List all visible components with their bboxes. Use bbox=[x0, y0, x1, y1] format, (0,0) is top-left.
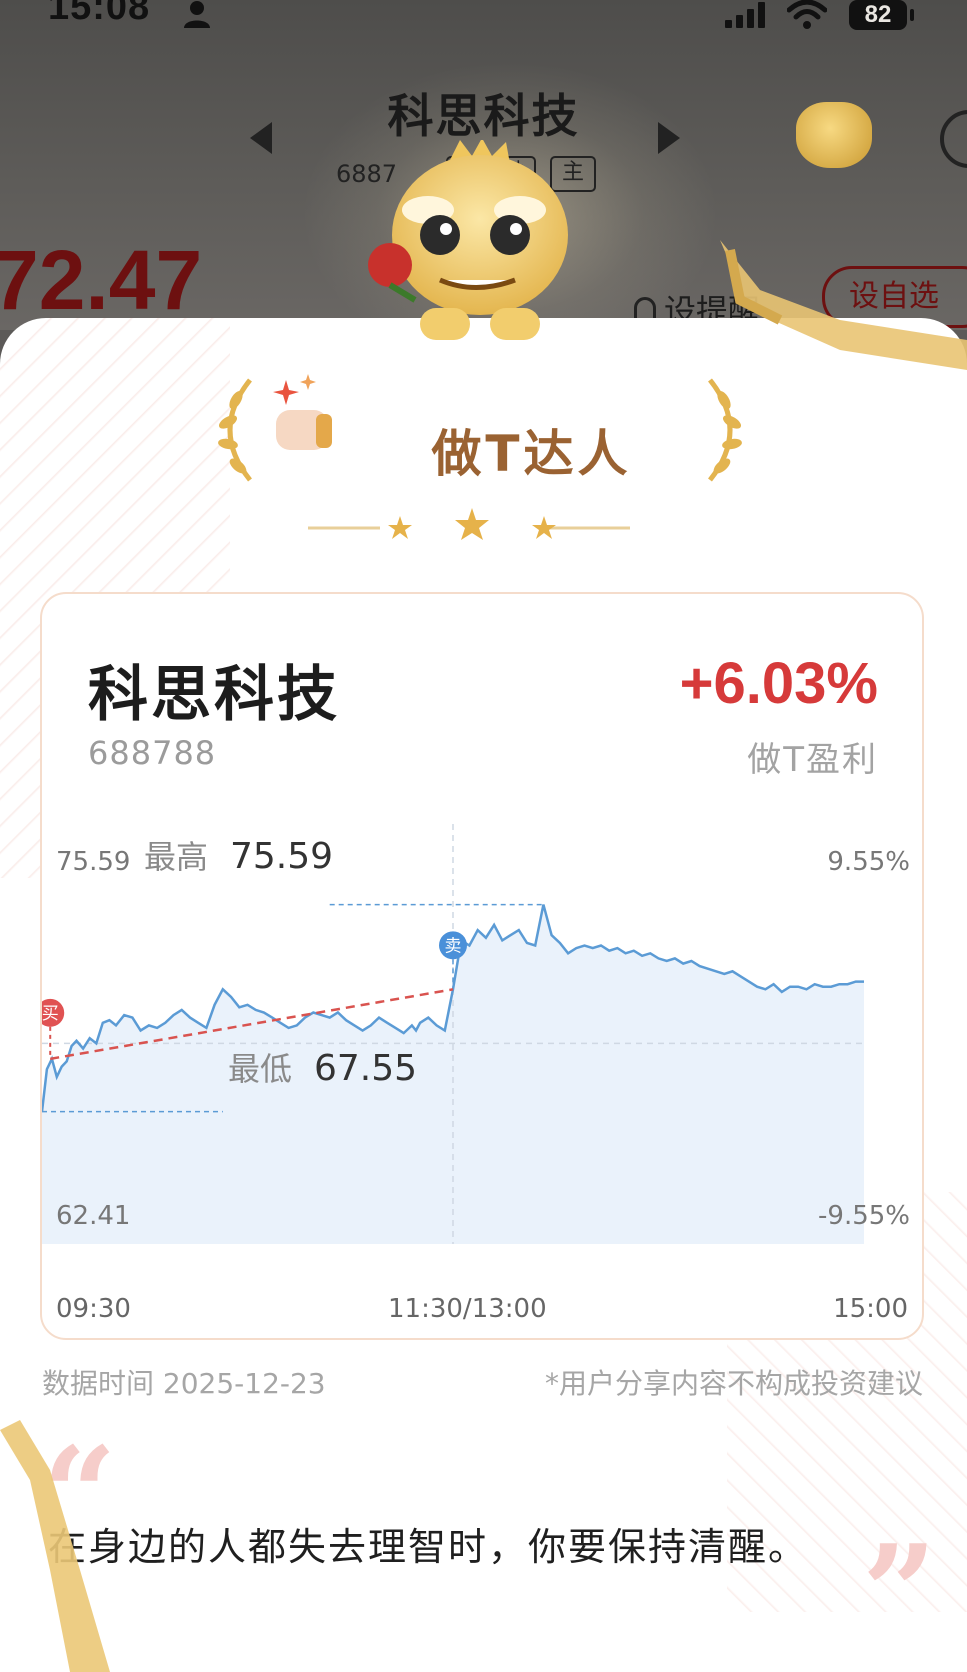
signal-icon bbox=[725, 2, 765, 28]
profit-label: 做T盈利 bbox=[747, 740, 878, 780]
stock-name: 科思科技 bbox=[88, 660, 340, 730]
star-icon bbox=[532, 516, 556, 539]
high-value: 75.59 bbox=[230, 836, 333, 877]
buy-marker-label: 买 bbox=[42, 1004, 59, 1024]
person-icon bbox=[184, 1, 210, 28]
stock-panel: 科思科技 688788 +6.03% 做T盈利 买 卖 75.59 62.41 … bbox=[40, 592, 924, 1340]
data-time: 数据时间 2025-12-23 bbox=[42, 1367, 326, 1400]
low-value: 67.55 bbox=[314, 1048, 417, 1089]
disclaimer: *用户分享内容不构成投资建议 bbox=[544, 1367, 923, 1400]
intraday-chart: 买 卖 75.59 62.41 9.55% -9.55% 最高 75.59 最低… bbox=[42, 824, 922, 1264]
high-label: 最高 bbox=[144, 838, 208, 876]
x-axis-label-noon: 11:30/13:00 bbox=[388, 1294, 547, 1324]
wifi-icon bbox=[787, 0, 827, 29]
profit-percent: +6.03% bbox=[679, 651, 878, 716]
gold-ribbon-top-right bbox=[720, 240, 967, 370]
quote-text: 在身边的人都失去理智时，你要保持清醒。 bbox=[48, 1525, 809, 1569]
x-axis-label-open: 09:30 bbox=[56, 1294, 131, 1324]
bg-price: 72.47 bbox=[0, 233, 203, 327]
badge-title: 做T达人 bbox=[431, 425, 632, 483]
sell-marker-label: 卖 bbox=[445, 936, 462, 956]
y-axis-bottom-label: 62.41 bbox=[56, 1201, 130, 1231]
status-time: 15:08 bbox=[48, 0, 151, 28]
next-stock-arrow[interactable] bbox=[658, 122, 680, 154]
y-axis-right-top-label: 9.55% bbox=[827, 847, 910, 877]
low-label: 最低 bbox=[228, 1050, 292, 1088]
star-icon bbox=[455, 508, 489, 540]
y-axis-top-label: 75.59 bbox=[56, 847, 130, 877]
mascot-small-icon[interactable] bbox=[796, 102, 872, 168]
dragon-mascot-icon bbox=[368, 140, 568, 340]
status-icons: 82 bbox=[725, 0, 914, 30]
star-icon bbox=[388, 516, 412, 539]
sell-marker: 卖 bbox=[439, 931, 467, 960]
x-axis-label-close: 15:00 bbox=[833, 1294, 908, 1324]
gold-ribbon-bottom-left bbox=[0, 1420, 110, 1672]
y-axis-right-bottom-label: -9.55% bbox=[818, 1201, 910, 1231]
quote-close-mark: ” bbox=[862, 1516, 937, 1669]
stock-code: 688788 bbox=[88, 734, 217, 772]
battery-icon: 82 bbox=[849, 0, 914, 30]
